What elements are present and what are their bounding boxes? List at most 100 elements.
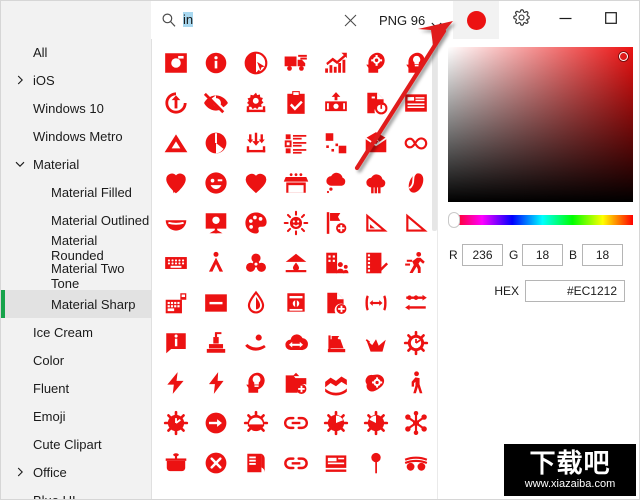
maximize-button[interactable] <box>588 1 633 39</box>
rgb-input-b[interactable]: 18 <box>582 244 623 266</box>
cloud-city-icon[interactable] <box>356 163 396 203</box>
rgb-input-r[interactable]: 236 <box>462 244 503 266</box>
storefront-icon[interactable] <box>276 163 316 203</box>
film-edit-icon[interactable] <box>356 243 396 283</box>
restore-up-arrow-icon[interactable] <box>156 83 196 123</box>
gear-clock-icon[interactable] <box>396 323 436 363</box>
sidebar-item-material-rounded[interactable]: Material Rounded <box>1 233 151 263</box>
hex-input[interactable]: #EC1212 <box>525 280 625 302</box>
width-measure-icon[interactable] <box>356 283 396 323</box>
sv-handle[interactable] <box>619 52 628 61</box>
gear-import-icon[interactable] <box>236 83 276 123</box>
boat-icon[interactable] <box>316 323 356 363</box>
icon-grid-panel[interactable] <box>152 39 437 499</box>
gear-pie-icon[interactable] <box>316 403 356 443</box>
cash-register-icon[interactable] <box>156 283 196 323</box>
saturation-value-area[interactable] <box>448 47 633 202</box>
sidebar-item-all[interactable]: All <box>1 38 151 66</box>
minus-square-icon[interactable] <box>196 283 236 323</box>
settings-button[interactable] <box>499 1 543 39</box>
sidebar-item-windows-10[interactable]: Windows 10 <box>1 94 151 122</box>
head-idea-icon[interactable] <box>236 363 276 403</box>
eye-off-icon[interactable] <box>196 83 236 123</box>
brain-gear-icon[interactable] <box>356 363 396 403</box>
money-upload-icon[interactable] <box>316 83 356 123</box>
link-chain-icon[interactable] <box>276 403 316 443</box>
sidebar-item-ice-cream[interactable]: Ice Cream <box>1 318 151 346</box>
head-lightbulb-icon[interactable] <box>396 43 436 83</box>
sidebar-item-material-sharp[interactable]: Material Sharp <box>1 290 151 318</box>
scatter-blocks-icon[interactable] <box>316 123 356 163</box>
download-arrows-icon[interactable] <box>236 123 276 163</box>
sidebar-item-color[interactable]: Color <box>1 346 151 374</box>
globe-cursor-icon[interactable] <box>236 43 276 83</box>
lightning-bolt-thin-icon[interactable] <box>196 363 236 403</box>
sidebar-item-fluent[interactable]: Fluent <box>1 374 151 402</box>
infinity-icon[interactable] <box>396 123 436 163</box>
cooking-pot-icon[interactable] <box>156 443 196 483</box>
envelope-plus-icon[interactable] <box>356 123 396 163</box>
sidebar-item-emoji[interactable]: Emoji <box>1 402 151 430</box>
document-add-icon[interactable] <box>316 283 356 323</box>
sidebar-item-cute-clipart[interactable]: Cute Clipart <box>1 430 151 458</box>
flag-add-icon[interactable] <box>316 203 356 243</box>
bar-chart-growth-icon[interactable] <box>316 43 356 83</box>
sidebar-item-material-two-tone[interactable]: Material Two Tone <box>1 261 151 291</box>
hand-person-icon[interactable] <box>236 323 276 363</box>
sidebar-item-material[interactable]: Material <box>1 150 151 178</box>
triangle-warning-icon[interactable] <box>156 123 196 163</box>
building-people-icon[interactable] <box>316 243 356 283</box>
hue-slider[interactable] <box>448 212 633 228</box>
sidebar-item-material-filled[interactable]: Material Filled <box>1 178 151 206</box>
fidget-spinner-icon[interactable] <box>236 243 276 283</box>
gear-clock-a-icon[interactable] <box>156 403 196 443</box>
chevron-down-icon[interactable] <box>15 159 25 169</box>
close-circle-icon[interactable] <box>196 443 236 483</box>
list-panel-icon[interactable] <box>396 83 436 123</box>
atm-machine-icon[interactable] <box>276 283 316 323</box>
running-person-icon[interactable] <box>396 243 436 283</box>
folder-add-icon[interactable] <box>276 363 316 403</box>
sidebar-item-windows-metro[interactable]: Windows Metro <box>1 122 151 150</box>
cloud-transfer-icon[interactable] <box>276 323 316 363</box>
gear-timer-icon[interactable] <box>356 403 396 443</box>
projector-screen-icon[interactable] <box>196 203 236 243</box>
info-book-icon[interactable] <box>156 323 196 363</box>
chevron-right-icon[interactable] <box>15 467 25 477</box>
heart-drip-icon[interactable] <box>156 163 196 203</box>
article-card-icon[interactable] <box>316 443 356 483</box>
sidebar-item-material-outlined[interactable]: Material Outlined <box>1 206 151 234</box>
chevron-right-icon[interactable] <box>15 75 25 85</box>
keyboard-dots-icon[interactable] <box>156 243 196 283</box>
lightning-bolt-icon[interactable] <box>156 363 196 403</box>
open-book-icon[interactable] <box>236 443 276 483</box>
document-time-icon[interactable] <box>356 83 396 123</box>
delivery-truck-icon[interactable] <box>276 43 316 83</box>
sun-face-icon[interactable] <box>276 203 316 243</box>
clear-search-button[interactable] <box>335 1 365 39</box>
head-gear-icon[interactable] <box>356 43 396 83</box>
pie-chart-icon[interactable] <box>196 123 236 163</box>
search-input[interactable]: in <box>151 1 335 39</box>
hue-handle[interactable] <box>448 212 460 228</box>
stamp-icon[interactable] <box>196 323 236 363</box>
sidebar-item-ios[interactable]: iOS <box>1 66 151 94</box>
arrow-circle-right-icon[interactable] <box>196 403 236 443</box>
cloud-thought-icon[interactable] <box>316 163 356 203</box>
color-swatch-button[interactable] <box>453 1 500 39</box>
walking-person-icon[interactable] <box>396 363 436 403</box>
triangle-ruler-icon[interactable] <box>356 203 396 243</box>
color-picker-panel[interactable]: R 236 G 18 B 18 HEX #EC1212 <box>438 39 639 499</box>
camera-square-icon[interactable] <box>156 43 196 83</box>
rgb-input-g[interactable]: 18 <box>522 244 563 266</box>
styles-sidebar[interactable]: StylesAlliOSWindows 10Windows MetroMater… <box>1 1 152 499</box>
minimize-button[interactable] <box>543 1 588 39</box>
close-button[interactable] <box>633 1 639 39</box>
smile-mouth-icon[interactable] <box>156 203 196 243</box>
transfer-arrows-icon[interactable] <box>396 283 436 323</box>
person-meditate-icon[interactable] <box>196 243 236 283</box>
balloon-pin-icon[interactable] <box>356 443 396 483</box>
water-drop-icon[interactable] <box>236 283 276 323</box>
clipboard-check-icon[interactable] <box>276 83 316 123</box>
molecule-icon[interactable] <box>396 403 436 443</box>
